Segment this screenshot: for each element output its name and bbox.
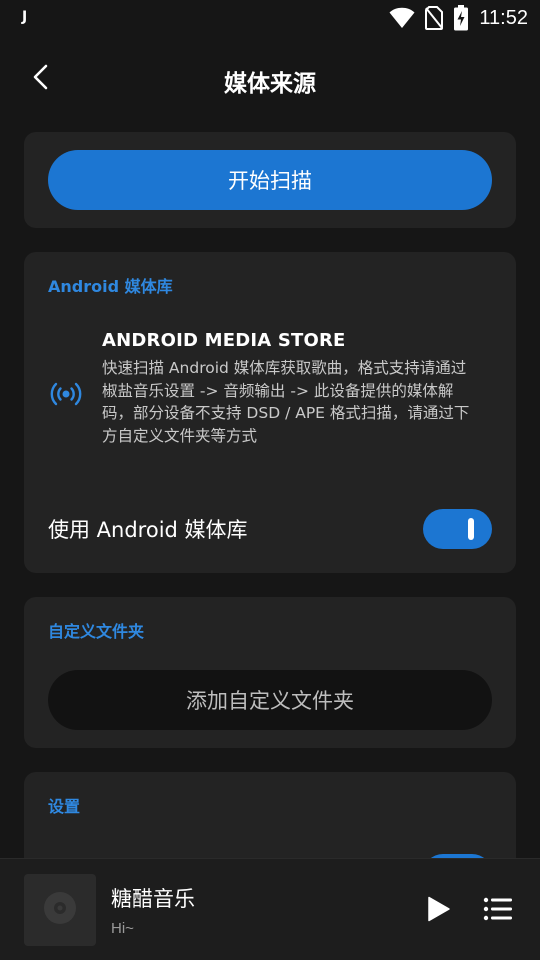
song-title: 糖醋音乐 xyxy=(111,887,195,911)
disc-icon xyxy=(42,890,78,930)
no-sim-icon xyxy=(425,6,444,30)
section-label-android: Android 媒体库 xyxy=(48,277,173,296)
section-label-custom-folder: 自定义文件夹 xyxy=(48,622,145,641)
album-art[interactable] xyxy=(24,874,96,946)
use-android-media-label: 使用 Android 媒体库 xyxy=(48,518,248,542)
playlist-button[interactable] xyxy=(480,893,516,929)
broadcast-icon xyxy=(48,376,84,412)
page-title: 媒体来源 xyxy=(224,71,316,97)
play-button[interactable] xyxy=(420,893,456,929)
media-store-description: 快速扫描 Android 媒体库获取歌曲，格式支持请通过椒盐音乐设置 -> 音频… xyxy=(102,359,470,445)
custom-folder-card: 自定义文件夹 添加自定义文件夹 xyxy=(24,597,516,748)
start-scan-button[interactable]: 开始扫描 xyxy=(48,150,492,210)
add-custom-folder-button[interactable]: 添加自定义文件夹 xyxy=(48,670,492,730)
status-app-glyph: J xyxy=(22,9,28,25)
song-subtitle: Hi~ xyxy=(111,920,134,937)
wifi-icon xyxy=(389,7,415,29)
media-store-title: ANDROID MEDIA STORE xyxy=(102,330,346,351)
use-android-media-toggle[interactable] xyxy=(423,509,492,549)
section-label-settings: 设置 xyxy=(48,797,81,816)
status-time: 11:52 xyxy=(479,6,528,29)
play-icon xyxy=(424,895,452,927)
battery-charging-icon xyxy=(453,5,469,31)
app-header: 媒体来源 xyxy=(0,50,540,108)
mini-player[interactable]: 糖醋音乐 Hi~ xyxy=(0,858,540,960)
status-bar: J 11:52 xyxy=(0,0,540,36)
playlist-icon xyxy=(483,896,513,926)
status-icons: 11:52 xyxy=(389,5,528,31)
scan-card: 开始扫描 xyxy=(24,132,516,228)
toggle-knob xyxy=(468,518,474,540)
android-media-card: Android 媒体库 ANDROID MEDIA STORE 快速扫描 And… xyxy=(24,252,516,573)
